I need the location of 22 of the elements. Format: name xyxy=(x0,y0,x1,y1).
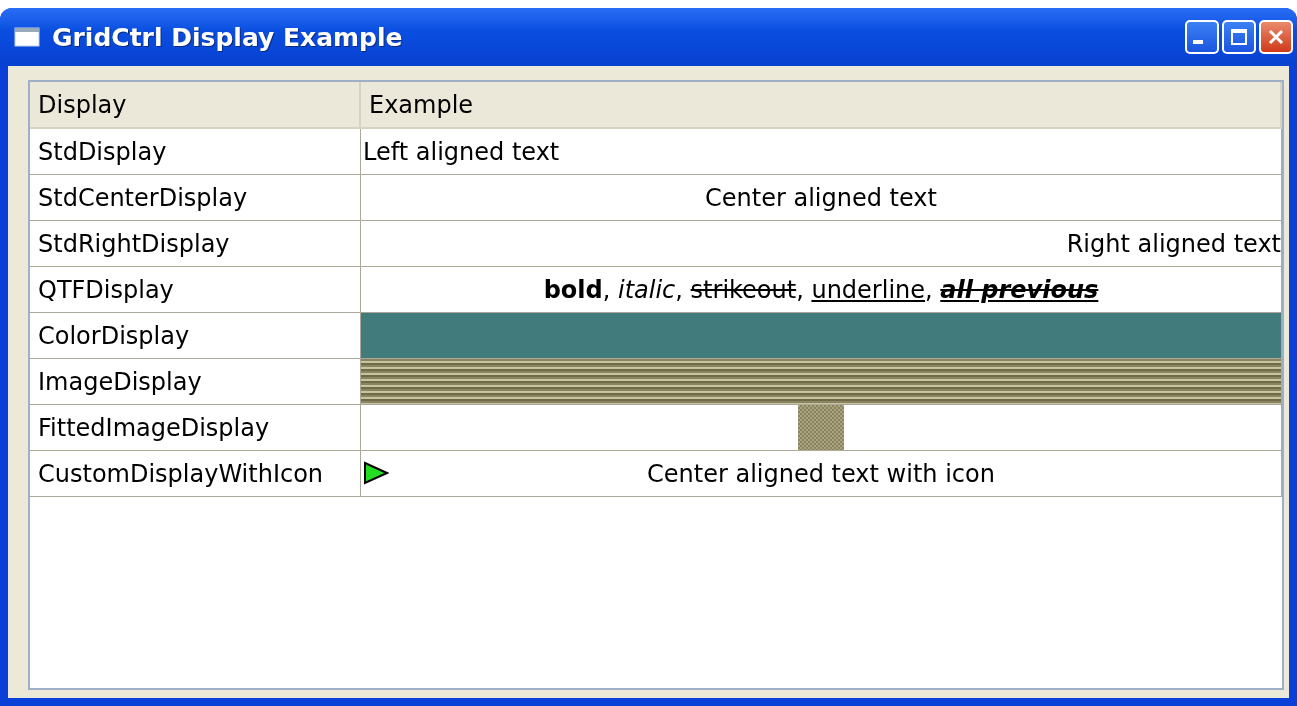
window-icon xyxy=(14,27,40,47)
column-header[interactable]: Example xyxy=(361,82,1282,127)
table-cell: QTFDisplay xyxy=(30,267,361,313)
window-title: GridCtrl Display Example xyxy=(52,22,404,52)
play-icon xyxy=(363,461,389,485)
minimize-icon xyxy=(1193,40,1203,44)
table-cell: StdCenterDisplay xyxy=(30,175,361,221)
column-header[interactable]: Display xyxy=(30,82,361,127)
cell-text: Center aligned text xyxy=(705,183,937,212)
table-cell: StdRightDisplay xyxy=(30,221,361,267)
table-cell: CustomDisplayWithIcon xyxy=(30,451,361,497)
cell-text: Center aligned text with icon xyxy=(647,459,995,488)
cell-text: Right aligned text xyxy=(1066,229,1281,258)
minimize-button[interactable] xyxy=(1185,20,1219,54)
table-cell: StdDisplay xyxy=(30,129,361,175)
table-cell: FittedImageDisplay xyxy=(30,405,361,451)
maximize-button[interactable] xyxy=(1222,20,1256,54)
cell-text: Left aligned text xyxy=(363,137,560,166)
formatted-text: bold, italic, strikeout, underline, all previous xyxy=(543,275,1099,304)
close-icon xyxy=(1267,28,1285,46)
maximize-icon xyxy=(1230,28,1248,46)
close-button[interactable] xyxy=(1259,20,1293,54)
